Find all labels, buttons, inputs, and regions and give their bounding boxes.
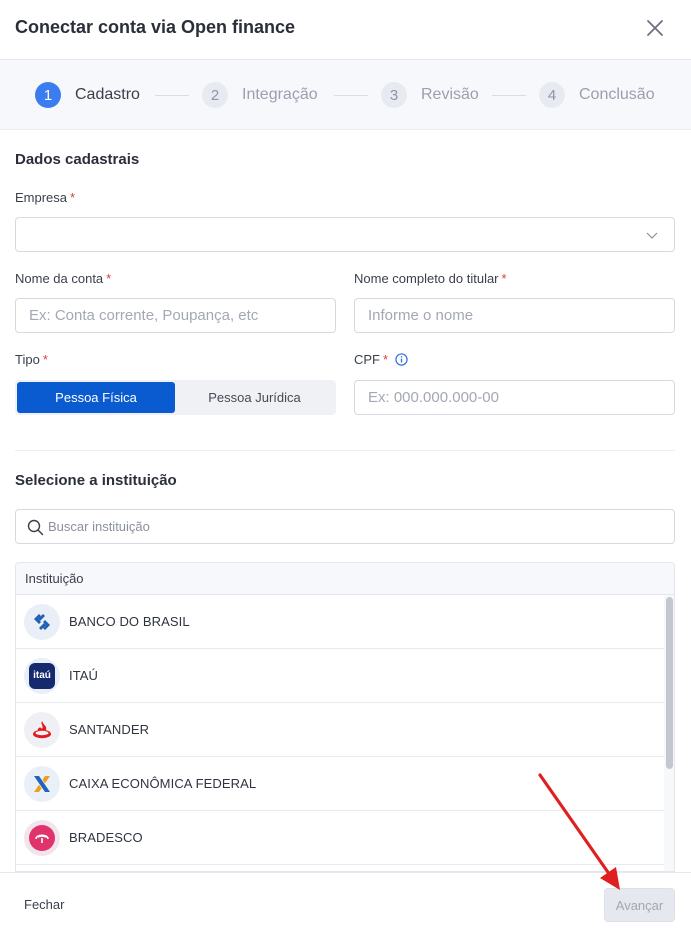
caixa-logo (24, 765, 60, 802)
cpf-field[interactable] (354, 380, 675, 415)
step-connector (334, 95, 368, 96)
search-icon (27, 519, 44, 536)
step-number: 2 (202, 82, 228, 108)
required-mark: * (501, 271, 507, 286)
modal-header: Conectar conta via Open finance (0, 0, 691, 60)
santander-logo (24, 711, 60, 748)
step-label: Revisão (421, 86, 479, 103)
bradesco-logo-mark (29, 824, 55, 851)
info-icon[interactable] (395, 353, 408, 366)
close-icon[interactable] (645, 18, 665, 38)
nome-conta-input[interactable] (16, 299, 335, 332)
institution-row-partial[interactable] (16, 865, 674, 871)
institution-table: Instituição BANCO DO BRASIL itaú ITAÚ SA… (15, 562, 675, 872)
nome-conta-label: Nome da conta * (15, 271, 111, 286)
bradesco-logo (24, 819, 60, 856)
institution-row-santander[interactable]: SANTANDER (16, 703, 674, 757)
institution-name: BRADESCO (69, 830, 143, 845)
bradesco-tree-icon (35, 833, 49, 843)
step-number: 3 (381, 82, 407, 108)
nome-titular-label: Nome completo do titular * (354, 271, 507, 286)
cpf-label-text: CPF (354, 352, 380, 367)
step-integracao: 2 Integração (202, 82, 318, 108)
step-revisao: 3 Revisão (381, 82, 479, 108)
cpf-input[interactable] (355, 381, 674, 414)
avancar-button[interactable]: Avançar (604, 888, 675, 922)
nome-titular-field[interactable] (354, 298, 675, 333)
itau-logo: itaú (24, 657, 60, 694)
tipo-label-text: Tipo (15, 352, 40, 367)
banco-do-brasil-icon (34, 613, 50, 630)
required-mark: * (70, 190, 76, 205)
tipo-toggle: Pessoa Física Pessoa Jurídica (15, 380, 336, 415)
step-cadastro: 1 Cadastro (35, 82, 140, 108)
empresa-label: Empresa * (15, 190, 75, 205)
institution-row-itau[interactable]: itaú ITAÚ (16, 649, 674, 703)
empresa-select[interactable] (15, 217, 675, 252)
section-divider (15, 450, 675, 451)
institution-name: BANCO DO BRASIL (69, 614, 190, 629)
institution-row-banco-do-brasil[interactable]: BANCO DO BRASIL (16, 595, 674, 649)
cpf-label: CPF * (354, 352, 408, 367)
institution-name: CAIXA ECONÔMICA FEDERAL (69, 776, 257, 791)
scrollbar-thumb[interactable] (666, 597, 673, 769)
required-mark: * (106, 271, 112, 286)
empresa-select-input[interactable] (16, 218, 674, 251)
step-conclusao: 4 Conclusão (539, 82, 655, 108)
step-connector (492, 95, 526, 96)
empresa-label-text: Empresa (15, 190, 68, 205)
column-header-instituicao: Instituição (25, 571, 84, 586)
stepper: 1 Cadastro 2 Integração 3 Revisão 4 Conc… (0, 60, 691, 130)
institution-search[interactable] (15, 509, 675, 544)
step-label: Cadastro (75, 86, 140, 103)
step-number: 1 (35, 82, 61, 108)
tipo-label: Tipo * (15, 352, 48, 367)
pessoa-juridica-option[interactable]: Pessoa Jurídica (175, 382, 334, 413)
banco-do-brasil-logo (24, 603, 60, 640)
required-mark: * (383, 352, 389, 367)
pessoa-fisica-option[interactable]: Pessoa Física (17, 382, 175, 413)
nome-titular-label-text: Nome completo do titular (354, 271, 499, 286)
modal-title: Conectar conta via Open finance (15, 17, 296, 37)
institution-row-caixa[interactable]: CAIXA ECONÔMICA FEDERAL (16, 757, 674, 811)
step-number: 4 (539, 82, 565, 108)
step-label: Conclusão (579, 86, 655, 103)
modal-footer: Fechar Avançar (0, 872, 691, 928)
institution-name: SANTANDER (69, 722, 150, 737)
institution-row-bradesco[interactable]: BRADESCO (16, 811, 674, 865)
itau-logo-mark: itaú (29, 662, 55, 689)
institution-search-input[interactable] (48, 510, 648, 543)
section-title-instituicao: Selecione a instituição (15, 472, 177, 489)
nome-conta-field[interactable] (15, 298, 336, 333)
nome-conta-label-text: Nome da conta (15, 271, 104, 286)
section-title-dados: Dados cadastrais (15, 151, 140, 168)
caixa-x-icon (34, 775, 50, 792)
table-header: Instituição (16, 563, 674, 595)
institution-name: ITAÚ (69, 668, 99, 683)
required-mark: * (42, 352, 48, 367)
nome-titular-input[interactable] (355, 299, 674, 332)
step-connector (155, 95, 189, 96)
chevron-down-icon (646, 232, 658, 239)
step-label: Integração (242, 86, 318, 103)
santander-flame-icon (33, 720, 51, 738)
fechar-button[interactable]: Fechar (24, 897, 64, 912)
